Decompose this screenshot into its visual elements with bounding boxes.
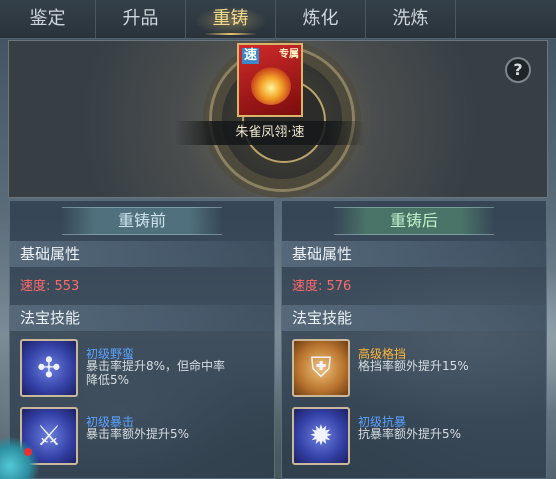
anti-critical-icon: ✹ [292, 407, 350, 465]
skill-slot[interactable]: ⚔ 初级暴击 暴击率额外提升5% [20, 407, 270, 467]
phoenix-feather-icon [251, 67, 291, 105]
shield-icon: ⛨ [292, 339, 350, 397]
tab-recast[interactable]: 重铸 [186, 0, 276, 38]
after-recast-panel: 重铸后 基础属性 速度: 576 法宝技能 ⛨ 高级格挡 格挡率额外提升15% … [281, 200, 547, 479]
item-icon[interactable]: 速 专属 [237, 43, 303, 117]
skill-slot[interactable]: ⛨ 高级格挡 格挡率额外提升15% [292, 339, 542, 399]
item-name: 朱雀凤翎·速 [175, 121, 365, 145]
skill-desc: 抗暴率额外提升5% [358, 427, 462, 441]
notification-dot [24, 448, 32, 456]
tab-bar: 鉴定 升品 重铸 炼化 洗炼 [0, 0, 556, 39]
paw-icon: ✣ [20, 339, 78, 397]
treasure-skills-header: 法宝技能 [10, 305, 274, 331]
tab-upgrade[interactable]: 升品 [96, 0, 186, 38]
base-attributes-header: 基础属性 [282, 241, 546, 267]
before-recast-title: 重铸前 [62, 207, 222, 235]
skill-slot[interactable]: ✣ 初级野蛮 暴击率提升8%，但命中率降低5% [20, 339, 270, 399]
exclusive-tag: 专属 [279, 49, 299, 60]
speed-stat: 速度: 553 [20, 279, 80, 294]
tab-refine[interactable]: 炼化 [276, 0, 366, 38]
treasure-skills-header: 法宝技能 [282, 305, 546, 331]
after-recast-title: 重铸后 [334, 207, 494, 235]
skill-slot[interactable]: ✹ 初级抗暴 抗暴率额外提升5% [292, 407, 542, 467]
speed-stat: 速度: 576 [292, 279, 352, 294]
tab-reroll[interactable]: 洗炼 [366, 0, 456, 38]
skill-desc: 暴击率额外提升5% [86, 427, 190, 441]
help-icon[interactable]: ? [505, 57, 531, 83]
speed-badge: 速 [242, 48, 260, 64]
pet-corner-icon[interactable] [0, 436, 40, 479]
skill-desc: 暴击率提升8%，但命中率降低5% [86, 359, 226, 387]
tab-appraise[interactable]: 鉴定 [0, 0, 96, 38]
before-recast-panel: 重铸前 基础属性 速度: 553 法宝技能 ✣ 初级野蛮 暴击率提升8%，但命中… [9, 200, 275, 479]
tab-bar-filler [456, 0, 556, 38]
base-attributes-header: 基础属性 [10, 241, 274, 267]
skill-desc: 格挡率额外提升15% [358, 359, 469, 373]
